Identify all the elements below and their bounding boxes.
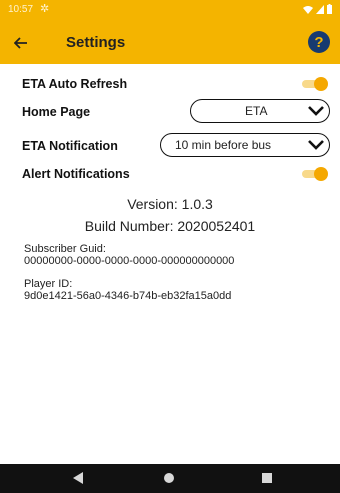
status-icons xyxy=(303,4,332,14)
eta-auto-refresh-row: ETA Auto Refresh xyxy=(0,76,340,94)
toggle-thumb xyxy=(314,77,328,91)
eta-notification-select[interactable]: 10 min before bus xyxy=(160,133,330,157)
status-bar: 10:57 ✲ xyxy=(0,0,340,22)
version-text: Version: 1.0.3 xyxy=(127,196,213,212)
alert-notifications-label: Alert Notifications xyxy=(22,167,130,181)
status-time: 10:57 xyxy=(8,4,34,15)
subscriber-guid-label: Subscriber Guid: xyxy=(24,243,106,255)
gear-icon: ✲ xyxy=(40,3,50,15)
back-button[interactable] xyxy=(8,30,34,56)
system-nav-bar xyxy=(0,464,340,493)
nav-back-icon[interactable] xyxy=(72,472,84,484)
app-bar: Settings ? xyxy=(0,22,340,64)
home-page-row: Home Page ETA xyxy=(0,99,340,125)
signal-icon xyxy=(316,4,324,14)
eta-notification-value: 10 min before bus xyxy=(175,138,272,152)
alert-notifications-row: Alert Notifications xyxy=(0,166,340,184)
chevron-down-icon xyxy=(308,106,324,116)
eta-notification-label: ETA Notification xyxy=(22,139,118,153)
player-id-label: Player ID: xyxy=(24,278,73,290)
alert-notifications-toggle[interactable] xyxy=(302,167,328,181)
toggle-thumb xyxy=(314,167,328,181)
page-title: Settings xyxy=(66,34,126,51)
eta-notification-row: ETA Notification 10 min before bus xyxy=(0,133,340,159)
home-page-value: ETA xyxy=(245,104,268,118)
wifi-icon xyxy=(303,5,313,14)
home-page-select[interactable]: ETA xyxy=(190,99,330,123)
eta-auto-refresh-toggle[interactable] xyxy=(302,77,328,91)
battery-icon xyxy=(327,4,332,14)
chevron-down-icon xyxy=(308,140,324,150)
back-arrow-icon xyxy=(14,37,27,49)
subscriber-guid-value: 00000000-0000-0000-0000-000000000000 xyxy=(24,255,235,267)
home-page-label: Home Page xyxy=(22,105,91,119)
eta-auto-refresh-label: ETA Auto Refresh xyxy=(22,77,128,91)
help-icon[interactable]: ? xyxy=(308,31,330,53)
player-id-value: 9d0e1421-56a0-4346-b74b-eb32fa15a0dd xyxy=(24,290,232,302)
nav-home-icon[interactable] xyxy=(164,473,174,483)
build-number-text: Build Number: 2020052401 xyxy=(84,218,256,234)
nav-recent-icon[interactable] xyxy=(262,473,272,483)
